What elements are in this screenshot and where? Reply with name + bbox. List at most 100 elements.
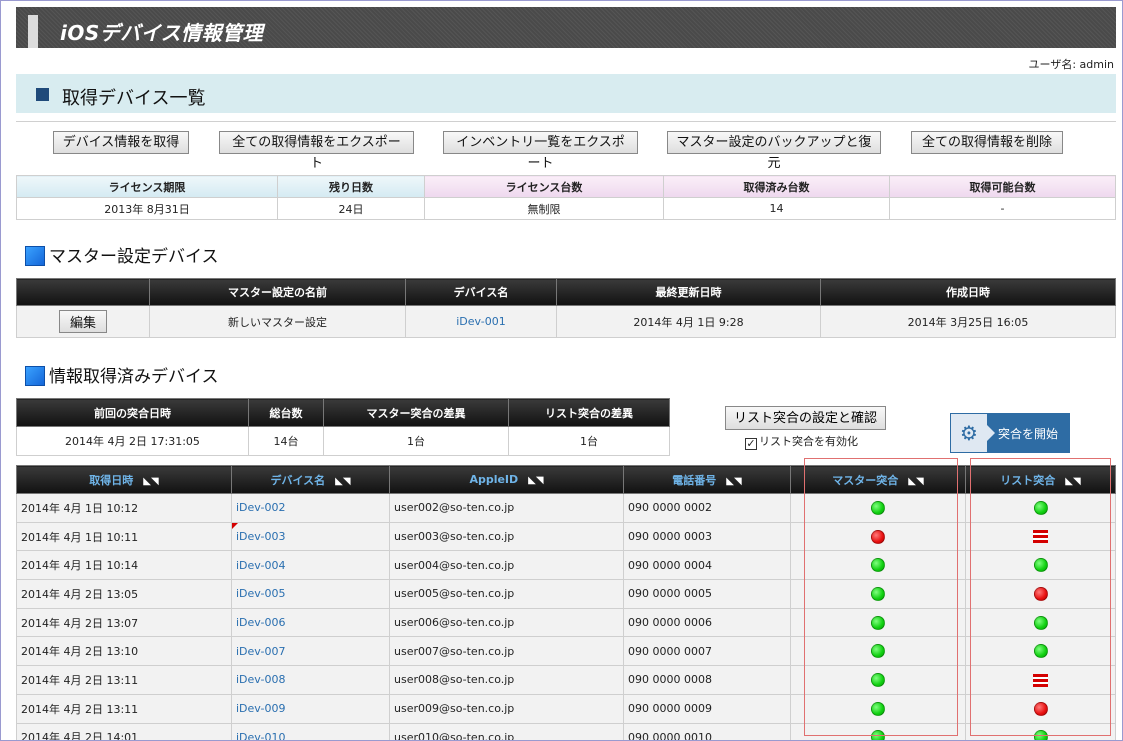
master-name-header: マスター設定の名前 <box>149 278 406 306</box>
device-name-link[interactable]: iDev-005 <box>231 579 390 609</box>
start-check-button[interactable]: ⚙ 突合を開始 <box>950 413 1070 453</box>
checkbox-icon[interactable]: ✓ <box>745 438 757 450</box>
license-expiry-header: ライセンス期限 <box>16 175 278 198</box>
remaining-days-header: 残り日数 <box>277 175 425 198</box>
master-check-highlight <box>804 458 958 736</box>
remaining-days-value: 24日 <box>277 197 425 220</box>
master-device-header: デバイス名 <box>405 278 557 306</box>
col-acquired-date[interactable]: 取得日時 ◣◥ <box>16 465 232 494</box>
section-title: 取得デバイス一覧 <box>62 88 206 109</box>
acquired-date-cell: 2014年 4月 2日 13:11 <box>16 665 232 695</box>
get-device-info-button[interactable]: デバイス情報を取得 <box>53 131 189 154</box>
master-edit-header <box>16 278 150 306</box>
export-all-button[interactable]: 全ての取得情報をエクスポート <box>219 131 414 171</box>
sort-icon[interactable]: ◣◥ <box>143 476 158 487</box>
phone-cell: 090 0000 0002 <box>623 493 791 523</box>
apple-id-cell: user006@so-ten.co.jp <box>389 607 624 638</box>
device-name-link[interactable]: iDev-010 <box>231 722 390 740</box>
phone-cell: 090 0000 0008 <box>623 665 791 695</box>
acquired-section-label: 情報取得済みデバイス <box>49 367 219 387</box>
master-diff-header: マスター突合の差異 <box>323 398 509 427</box>
acquired-date-cell: 2014年 4月 2日 13:10 <box>16 636 232 667</box>
acquired-date-cell: 2014年 4月 1日 10:12 <box>16 493 232 523</box>
apple-id-cell: user004@so-ten.co.jp <box>389 550 624 581</box>
device-name-link[interactable]: iDev-003 <box>231 521 390 552</box>
col-apple-id[interactable]: AppleID ◣◥ <box>389 465 624 494</box>
available-count-value: - <box>889 197 1116 220</box>
acquired-count-header: 取得済み台数 <box>663 175 890 198</box>
acquired-date-cell: 2014年 4月 2日 14:01 <box>16 722 232 740</box>
device-name-link[interactable]: iDev-002 <box>231 493 390 523</box>
device-name-link[interactable]: iDev-004 <box>231 550 390 581</box>
master-device-link[interactable]: iDev-001 <box>405 305 557 338</box>
master-updated-value: 2014年 4月 1日 9:28 <box>556 305 821 338</box>
master-section-title: マスター設定デバイス <box>25 242 219 267</box>
col-acquired-date-label: 取得日時 <box>89 473 134 487</box>
phone-cell: 090 0000 0006 <box>623 607 791 638</box>
gear-icon-box: ⚙ <box>950 413 988 453</box>
apple-id-cell: user002@so-ten.co.jp <box>389 493 624 523</box>
col-apple-id-label: AppleID <box>469 473 519 486</box>
sort-icon[interactable]: ◣◥ <box>528 475 543 486</box>
master-section-label: マスター設定デバイス <box>49 247 219 267</box>
app-title: iOSデバイス情報管理 <box>60 21 264 45</box>
device-name-link[interactable]: iDev-006 <box>231 607 390 638</box>
master-diff-value: 1台 <box>323 426 509 456</box>
phone-cell: 090 0000 0007 <box>623 636 791 667</box>
master-created-value: 2014年 3月25日 16:05 <box>820 305 1116 338</box>
comment-marker-icon <box>232 522 238 529</box>
license-count-value: 無制限 <box>424 197 664 220</box>
total-count-header: 総台数 <box>248 398 324 427</box>
gear-icon: ⚙ <box>960 421 978 445</box>
license-expiry-value: 2013年 8月31日 <box>16 197 278 220</box>
master-table: マスター設定の名前 デバイス名 最終更新日時 作成日時 編集 新しいマスター設定… <box>16 278 1116 338</box>
header-stripe <box>28 15 38 48</box>
list-diff-header: リスト突合の差異 <box>508 398 670 427</box>
app-window: iOSデバイス情報管理 ユーザ名: admin 取得デバイス一覧 デバイス情報を… <box>0 0 1123 741</box>
divider <box>16 121 1116 122</box>
acquired-date-cell: 2014年 4月 1日 10:14 <box>16 550 232 581</box>
phone-cell: 090 0000 0005 <box>623 579 791 609</box>
list-diff-value: 1台 <box>508 426 670 456</box>
phone-cell: 090 0000 0004 <box>623 550 791 581</box>
col-phone-label: 電話番号 <box>672 473 717 487</box>
list-enable-checkbox[interactable]: ✓ リスト突合を有効化 <box>745 433 858 450</box>
last-check-header: 前回の突合日時 <box>16 398 249 427</box>
export-inventory-button[interactable]: インベントリ一覧をエクスポート <box>443 131 638 171</box>
delete-all-button[interactable]: 全ての取得情報を削除 <box>911 131 1063 154</box>
acquired-count-value: 14 <box>663 197 890 220</box>
section-square-icon <box>36 88 49 101</box>
acquired-section-title: 情報取得済みデバイス <box>25 362 219 387</box>
last-check-value: 2014年 4月 2日 17:31:05 <box>16 426 249 456</box>
list-enable-label: リスト突合を有効化 <box>759 435 858 448</box>
col-device-name[interactable]: デバイス名 ◣◥ <box>231 465 390 494</box>
phone-cell: 090 0000 0010 <box>623 722 791 740</box>
apple-id-cell: user010@so-ten.co.jp <box>389 722 624 740</box>
section-header: 取得デバイス一覧 <box>16 74 1116 113</box>
device-name-link[interactable]: iDev-009 <box>231 693 390 724</box>
arrow-icon <box>987 425 995 441</box>
summary-table: 前回の突合日時 総台数 マスター突合の差異 リスト突合の差異 2014年 4月 … <box>16 398 670 456</box>
license-table: ライセンス期限 残り日数 ライセンス台数 取得済み台数 取得可能台数 2013年… <box>16 175 1116 220</box>
apple-id-cell: user003@so-ten.co.jp <box>389 521 624 552</box>
total-count-value: 14台 <box>248 426 324 456</box>
acquired-date-cell: 2014年 4月 2日 13:05 <box>16 579 232 609</box>
edit-button[interactable]: 編集 <box>58 310 107 333</box>
sort-icon[interactable]: ◣◥ <box>726 476 741 487</box>
apple-id-cell: user007@so-ten.co.jp <box>389 636 624 667</box>
master-name-value: 新しいマスター設定 <box>149 305 406 338</box>
acquired-date-cell: 2014年 4月 2日 13:07 <box>16 607 232 638</box>
phone-cell: 090 0000 0003 <box>623 521 791 552</box>
available-count-header: 取得可能台数 <box>889 175 1116 198</box>
apple-id-cell: user009@so-ten.co.jp <box>389 693 624 724</box>
device-name-link[interactable]: iDev-008 <box>231 665 390 695</box>
sort-icon[interactable]: ◣◥ <box>335 476 350 487</box>
apple-id-cell: user008@so-ten.co.jp <box>389 665 624 695</box>
app-header: iOSデバイス情報管理 <box>16 7 1116 48</box>
master-created-header: 作成日時 <box>820 278 1116 306</box>
backup-restore-button[interactable]: マスター設定のバックアップと復元 <box>667 131 881 171</box>
list-settings-button[interactable]: リスト突合の設定と確認 <box>725 406 887 430</box>
master-edit-cell: 編集 <box>16 305 150 338</box>
device-name-link[interactable]: iDev-007 <box>231 636 390 667</box>
col-phone[interactable]: 電話番号 ◣◥ <box>623 465 791 494</box>
